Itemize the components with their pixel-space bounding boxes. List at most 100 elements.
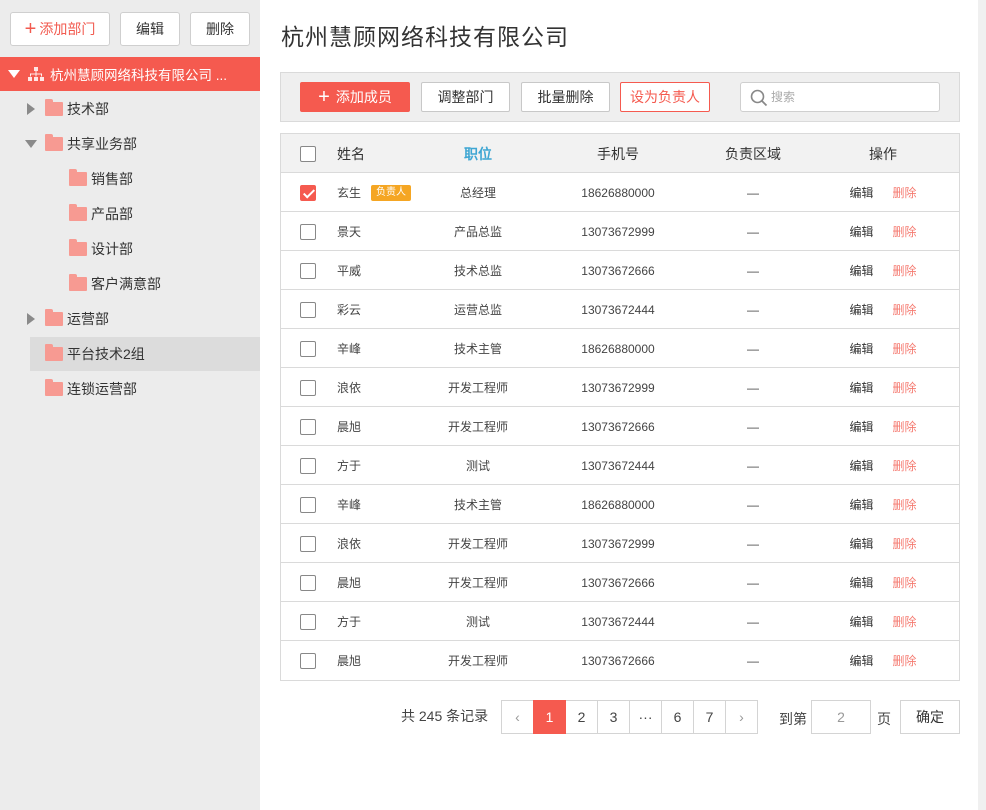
delete-member-link[interactable]: 删除 bbox=[893, 613, 917, 630]
edit-member-link[interactable]: 编辑 bbox=[849, 262, 873, 279]
row-checkbox[interactable] bbox=[300, 457, 316, 474]
row-checkbox[interactable] bbox=[300, 535, 316, 552]
delete-member-link[interactable]: 删除 bbox=[893, 418, 917, 435]
edit-department-button[interactable]: 编辑 bbox=[120, 12, 180, 46]
sidebar-item[interactable]: 销售部 bbox=[0, 162, 260, 196]
row-checkbox[interactable] bbox=[300, 652, 316, 669]
delete-member-link[interactable]: 删除 bbox=[893, 379, 917, 396]
adjust-department-button[interactable]: 调整部门 bbox=[421, 82, 510, 112]
row-checkbox-cell bbox=[300, 641, 316, 680]
page-label: 页 bbox=[877, 711, 891, 727]
sidebar-item[interactable]: 平台技术2组 bbox=[30, 337, 260, 371]
delete-member-link[interactable]: 删除 bbox=[893, 301, 917, 318]
next-page-button[interactable]: › bbox=[725, 700, 758, 734]
row-checkbox[interactable] bbox=[300, 574, 316, 591]
add-department-button[interactable]: + 添加部门 bbox=[10, 12, 110, 46]
row-checkbox[interactable] bbox=[300, 496, 316, 513]
batch-delete-button[interactable]: 批量删除 bbox=[521, 82, 610, 112]
delete-member-link[interactable]: 删除 bbox=[893, 223, 917, 240]
table-header: 姓名 职位 手机号 负责区域 操作 bbox=[281, 134, 959, 173]
tree-root-company[interactable]: 杭州慧顾网络科技有限公司 ... bbox=[0, 57, 260, 91]
confirm-goto-button[interactable]: 确定 bbox=[900, 700, 960, 734]
sidebar-item[interactable]: 设计部 bbox=[0, 232, 260, 266]
row-checkbox[interactable] bbox=[300, 379, 316, 396]
add-member-button[interactable]: + 添加成员 bbox=[300, 82, 410, 112]
delete-member-link[interactable]: 删除 bbox=[893, 340, 917, 357]
delete-member-link[interactable]: 删除 bbox=[893, 262, 917, 279]
edit-member-link[interactable]: 编辑 bbox=[849, 301, 873, 318]
page-number-button[interactable]: 2 bbox=[565, 700, 598, 734]
table-row: 浪依 开发工程师 13073672999 — 编辑 删除 bbox=[281, 524, 959, 563]
delete-member-link[interactable]: 删除 bbox=[893, 574, 917, 591]
caret-down-icon[interactable] bbox=[8, 70, 20, 78]
member-phone: 13073672999 bbox=[581, 380, 655, 395]
select-all-checkbox[interactable] bbox=[300, 145, 316, 162]
edit-member-link[interactable]: 编辑 bbox=[849, 535, 873, 552]
page-number-button[interactable]: 3 bbox=[597, 700, 630, 734]
tree-root-label: 杭州慧顾网络科技有限公司 ... bbox=[50, 68, 228, 83]
row-checkbox[interactable] bbox=[300, 262, 316, 279]
member-name: 平威 bbox=[337, 264, 362, 278]
edit-member-link[interactable]: 编辑 bbox=[849, 613, 873, 630]
member-phone: 13073672666 bbox=[581, 263, 655, 278]
delete-member-link[interactable]: 删除 bbox=[893, 457, 917, 474]
edit-member-link[interactable]: 编辑 bbox=[849, 379, 873, 396]
set-leader-button[interactable]: 设为负责人 bbox=[620, 82, 710, 112]
row-checkbox-cell bbox=[300, 329, 316, 368]
sidebar-item[interactable]: 技术部 bbox=[0, 92, 260, 126]
member-name: 方于 bbox=[337, 459, 362, 473]
search-input[interactable] bbox=[771, 87, 931, 107]
member-name: 景天 bbox=[337, 225, 362, 239]
sidebar-item-label: 客户满意部 bbox=[91, 276, 161, 292]
member-name: 辛峰 bbox=[337, 498, 362, 512]
members-table: 姓名 职位 手机号 负责区域 操作 玄生 负责人 总经理 18626880000 — 编辑… bbox=[280, 133, 960, 681]
caret-down-icon[interactable] bbox=[25, 140, 37, 148]
delete-member-link[interactable]: 删除 bbox=[893, 535, 917, 552]
delete-member-link[interactable]: 删除 bbox=[893, 184, 917, 201]
row-checkbox[interactable] bbox=[300, 418, 316, 435]
delete-department-button[interactable]: 删除 bbox=[190, 12, 250, 46]
edit-member-link[interactable]: 编辑 bbox=[849, 184, 873, 201]
header-name[interactable]: 姓名 bbox=[337, 134, 437, 173]
row-checkbox[interactable] bbox=[300, 223, 316, 240]
row-operations: 编辑 删除 bbox=[833, 212, 933, 251]
edit-member-link[interactable]: 编辑 bbox=[849, 457, 873, 474]
edit-member-link[interactable]: 编辑 bbox=[849, 418, 873, 435]
member-area: — bbox=[747, 302, 759, 317]
delete-member-link[interactable]: 删除 bbox=[893, 496, 917, 513]
page-number-button[interactable]: 6 bbox=[661, 700, 694, 734]
row-checkbox[interactable] bbox=[300, 184, 316, 201]
header-phone: 手机号 bbox=[597, 145, 639, 162]
goto-page-input[interactable] bbox=[811, 700, 871, 734]
row-checkbox[interactable] bbox=[300, 340, 316, 357]
sidebar-item[interactable]: 产品部 bbox=[0, 197, 260, 231]
folder-icon bbox=[69, 204, 87, 221]
edit-member-link[interactable]: 编辑 bbox=[849, 223, 873, 240]
scrollbar[interactable] bbox=[978, 0, 986, 810]
edit-member-link[interactable]: 编辑 bbox=[849, 496, 873, 513]
sidebar-item[interactable]: 客户满意部 bbox=[0, 267, 260, 301]
row-checkbox[interactable] bbox=[300, 301, 316, 318]
caret-right-icon[interactable] bbox=[27, 103, 35, 115]
delete-member-link[interactable]: 删除 bbox=[893, 652, 917, 669]
member-area: — bbox=[747, 614, 759, 629]
search-icon bbox=[750, 89, 768, 107]
member-phone: 13073672444 bbox=[581, 302, 655, 317]
caret-right-icon[interactable] bbox=[27, 313, 35, 325]
row-checkbox[interactable] bbox=[300, 613, 316, 630]
edit-member-link[interactable]: 编辑 bbox=[849, 652, 873, 669]
sidebar-item[interactable]: 运营部 bbox=[0, 302, 260, 336]
edit-member-link[interactable]: 编辑 bbox=[849, 574, 873, 591]
page-number-button[interactable]: 7 bbox=[693, 700, 726, 734]
prev-page-button[interactable]: ‹ bbox=[501, 700, 534, 734]
header-position[interactable]: 职位 bbox=[428, 134, 528, 173]
member-name-cell: 玄生 负责人 bbox=[337, 173, 437, 212]
sidebar-item-label: 共享业务部 bbox=[67, 136, 137, 152]
row-operations: 编辑 删除 bbox=[833, 368, 933, 407]
page-number-button[interactable]: 1 bbox=[533, 700, 566, 734]
sidebar-item[interactable]: 共享业务部 bbox=[0, 127, 260, 161]
edit-member-link[interactable]: 编辑 bbox=[849, 340, 873, 357]
table-body: 玄生 负责人 总经理 18626880000— 编辑 删除 景天 产品总监 1307367299… bbox=[281, 173, 959, 680]
sidebar-item[interactable]: 连锁运营部 bbox=[0, 372, 260, 406]
row-checkbox-cell bbox=[300, 485, 316, 524]
